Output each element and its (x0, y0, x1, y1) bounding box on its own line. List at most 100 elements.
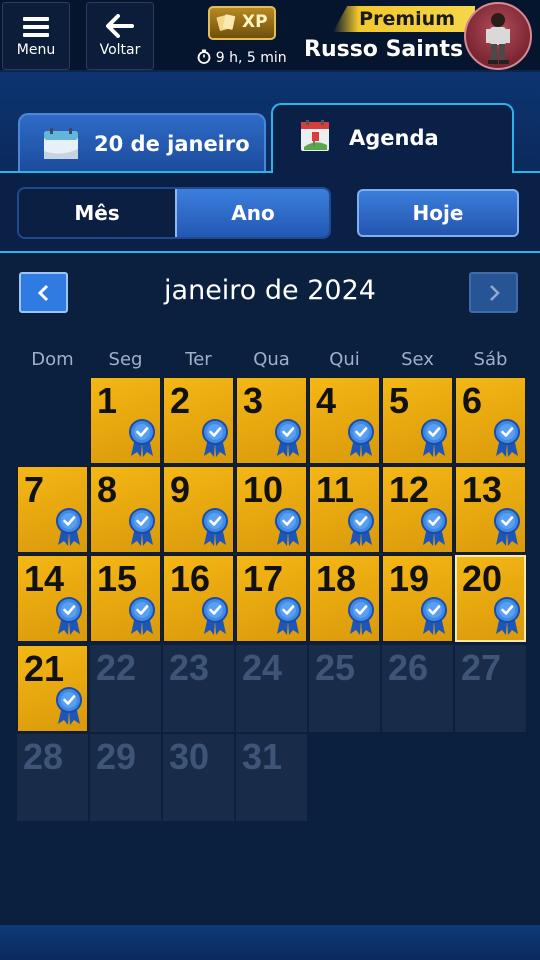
day-cell-4[interactable]: 4 (309, 377, 380, 464)
ribbon-check-icon (274, 418, 302, 458)
day-cell-23[interactable]: 23 (163, 645, 234, 732)
day-cell-20[interactable]: 20 (455, 555, 526, 642)
ribbon-check-icon (420, 418, 448, 458)
day-cell-6[interactable]: 6 (455, 377, 526, 464)
day-cell-5[interactable]: 5 (382, 377, 453, 464)
next-month-button[interactable] (469, 272, 518, 313)
calendar: janeiro de 2024 Dom Seg Ter Qua Qui Sex Sáb 1 2 3… (0, 253, 540, 925)
day-cell-26[interactable]: 26 (382, 645, 453, 732)
day-cell-27[interactable]: 27 (455, 645, 526, 732)
day-cell-10[interactable]: 10 (236, 466, 307, 553)
ribbon-check-icon (420, 596, 448, 636)
day-number: 14 (24, 558, 65, 599)
day-cell-29[interactable]: 29 (90, 734, 161, 821)
today-button[interactable]: Hoje (357, 189, 519, 237)
day-cell-2[interactable]: 2 (163, 377, 234, 464)
day-cell-8[interactable]: 8 (90, 466, 161, 553)
view-toggle: Mês Ano (17, 187, 331, 239)
xp-booster[interactable]: XP 9 h, 5 min (192, 4, 292, 68)
day-cell-21[interactable]: 21 (17, 645, 88, 732)
day-cell-15[interactable]: 15 (90, 555, 161, 642)
day-number: 29 (96, 736, 137, 777)
tab-date[interactable]: 20 de janeiro (18, 113, 266, 171)
day-number: 21 (24, 648, 65, 689)
tab-agenda-label: Agenda (349, 126, 439, 150)
ribbon-check-icon (493, 596, 521, 636)
day-number: 13 (462, 469, 503, 510)
tab-agenda[interactable]: Agenda (271, 103, 514, 173)
day-cell-13[interactable]: 13 (455, 466, 526, 553)
back-label: Voltar (99, 42, 141, 58)
weekday-label: Qui (329, 349, 360, 370)
day-number: 17 (243, 558, 284, 599)
day-cell-19[interactable]: 19 (382, 555, 453, 642)
weekday-label: Seg (108, 349, 143, 370)
ribbon-check-icon (347, 418, 375, 458)
day-number: 18 (316, 558, 357, 599)
chevron-left-icon (37, 284, 48, 301)
day-cell-28[interactable]: 28 (17, 734, 88, 821)
calendar-agenda-icon (301, 120, 329, 151)
menu-button[interactable]: Menu (2, 2, 70, 70)
ribbon-check-icon (201, 418, 229, 458)
ribbon-check-icon (128, 418, 156, 458)
ribbon-check-icon (55, 507, 83, 547)
day-cell-1[interactable]: 1 (90, 377, 161, 464)
day-number: 20 (462, 558, 503, 599)
arrow-left-icon (106, 14, 134, 38)
day-number: 31 (242, 736, 283, 777)
weekday-label: Sáb (473, 349, 508, 370)
weekday-label: Dom (31, 349, 74, 370)
day-number: 4 (316, 380, 337, 421)
day-cell-17[interactable]: 17 (236, 555, 307, 642)
day-cell-11[interactable]: 11 (309, 466, 380, 553)
day-cell-7[interactable]: 7 (17, 466, 88, 553)
ribbon-check-icon (55, 686, 83, 726)
day-number: 24 (242, 647, 283, 688)
day-number: 28 (23, 736, 64, 777)
chevron-right-icon (489, 284, 500, 301)
avatar[interactable] (464, 2, 532, 70)
day-number: 2 (170, 380, 191, 421)
xp-timer: 9 h, 5 min (192, 49, 292, 66)
day-number: 5 (389, 380, 410, 421)
day-cell-24[interactable]: 24 (236, 645, 307, 732)
day-number: 10 (243, 469, 284, 510)
day-cell-18[interactable]: 18 (309, 555, 380, 642)
ribbon-check-icon (201, 596, 229, 636)
timer-text: 9 h, 5 min (215, 50, 287, 66)
day-cell-14[interactable]: 14 (17, 555, 88, 642)
ribbon-check-icon (420, 507, 448, 547)
ribbon-check-icon (493, 418, 521, 458)
ribbon-check-icon (274, 596, 302, 636)
day-cell-9[interactable]: 9 (163, 466, 234, 553)
day-cell-3[interactable]: 3 (236, 377, 307, 464)
ribbon-check-icon (493, 507, 521, 547)
back-button[interactable]: Voltar (86, 2, 154, 70)
day-cell-22[interactable]: 22 (90, 645, 161, 732)
cards-icon (216, 14, 236, 31)
day-cell-25[interactable]: 25 (309, 645, 380, 732)
premium-label: Premium (333, 6, 475, 32)
day-cell-16[interactable]: 16 (163, 555, 234, 642)
day-number: 6 (462, 380, 483, 421)
day-number: 3 (243, 380, 264, 421)
day-number: 16 (170, 558, 211, 599)
day-number: 11 (316, 469, 355, 510)
year-view-button[interactable]: Ano (175, 189, 329, 237)
day-number: 1 (97, 380, 118, 421)
day-number: 26 (388, 647, 429, 688)
day-cell-31[interactable]: 31 (236, 734, 307, 821)
stopwatch-icon (197, 49, 211, 64)
view-controls: Mês Ano Hoje (0, 171, 540, 253)
day-cell-12[interactable]: 12 (382, 466, 453, 553)
day-number: 15 (97, 558, 138, 599)
username: Russo Saints (304, 37, 464, 62)
day-number: 23 (169, 647, 210, 688)
prev-month-button[interactable] (19, 272, 68, 313)
day-number: 19 (389, 558, 430, 599)
day-cell-30[interactable]: 30 (163, 734, 234, 821)
month-view-button[interactable]: Mês (19, 189, 175, 237)
tab-date-label: 20 de janeiro (94, 132, 250, 156)
bottom-pattern (0, 925, 540, 960)
